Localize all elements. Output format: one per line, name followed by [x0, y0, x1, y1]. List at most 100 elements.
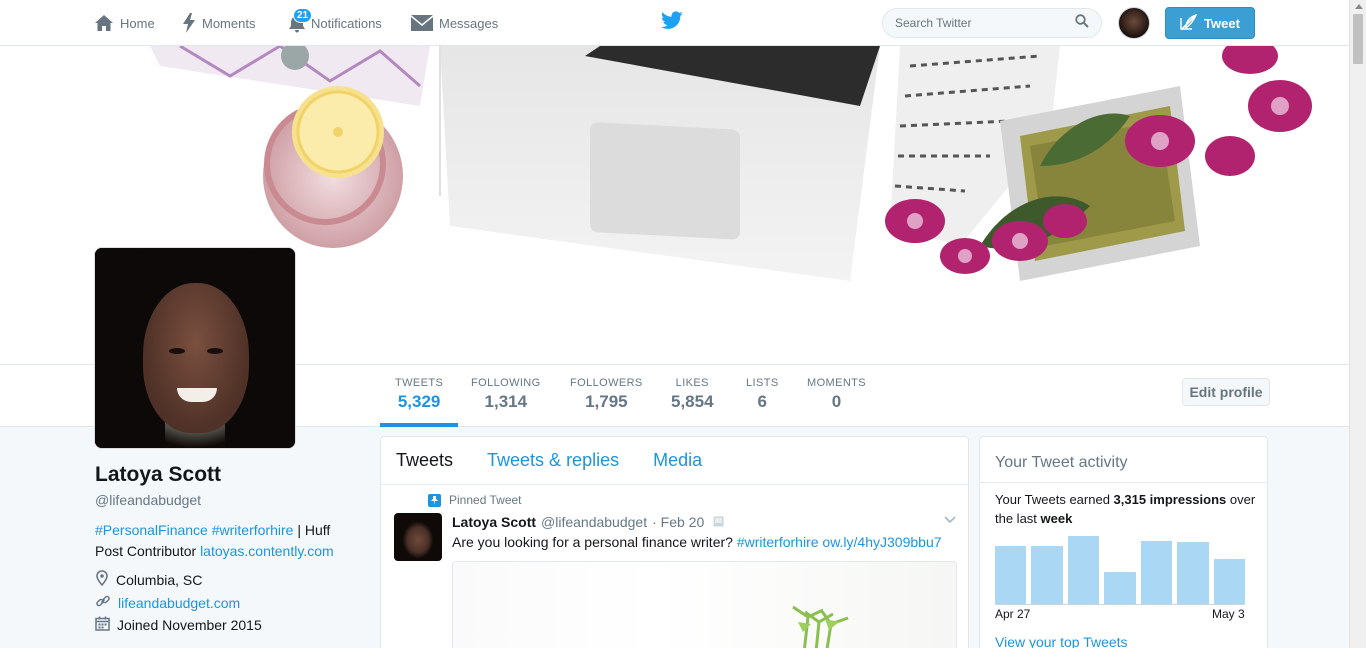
calendar-icon — [95, 616, 110, 634]
stat-value: 5,329 — [397, 392, 441, 411]
profile-handle[interactable]: @lifeandabudget — [95, 492, 201, 508]
tweet-text: Are you looking for a personal finance w… — [452, 534, 942, 550]
nav-messages-label: Messages — [439, 15, 499, 31]
activity-start-date: Apr 27 — [995, 607, 1031, 621]
envelope-icon — [411, 15, 433, 31]
tweet-author-name[interactable]: Latoya Scott — [452, 514, 536, 530]
bio-hashtag[interactable]: #PersonalFinance — [95, 522, 208, 538]
stat-label: FOLLOWING — [471, 377, 541, 389]
activity-text: Your Tweets earned — [995, 492, 1114, 507]
activity-title: Your Tweet activity — [995, 454, 1128, 471]
tweet-author-avatar[interactable] — [394, 513, 442, 561]
account-avatar[interactable] — [1118, 7, 1150, 39]
stat-value: 1,314 — [484, 392, 528, 411]
avatar-eye — [169, 348, 185, 354]
activity-summary: Your Tweets earned 3,315 impressions ove… — [995, 490, 1260, 528]
avatar-face — [143, 283, 249, 433]
stat-value: 1,795 — [585, 392, 628, 411]
photo-indicator-icon — [713, 514, 724, 530]
stat-label: TWEETS — [395, 377, 444, 389]
profile-avatar[interactable] — [94, 247, 296, 449]
stat-label: LIKES — [675, 377, 709, 389]
activity-bar[interactable] — [1213, 558, 1245, 604]
tweet-hashtag[interactable]: #writerforhire — [737, 534, 819, 550]
vertical-scrollbar[interactable] — [1349, 0, 1366, 648]
nav-notifications[interactable]: 21 Notifications — [287, 0, 382, 46]
search-box[interactable] — [882, 8, 1102, 38]
joined-text: Joined November 2015 — [117, 617, 262, 633]
link-chain-icon — [95, 593, 111, 612]
lightning-icon — [182, 13, 196, 33]
stat-value: 6 — [757, 392, 768, 411]
stat-likes[interactable]: LIKES 5,854 — [671, 377, 714, 412]
stat-moments[interactable]: MOMENTS 0 — [807, 377, 866, 412]
tweet-body: Are you looking for a personal finance w… — [452, 534, 737, 550]
bio-link[interactable]: latoyas.contently.com — [200, 543, 334, 559]
home-icon — [94, 14, 114, 32]
scroll-up-arrow-icon[interactable] — [1355, 4, 1363, 9]
stat-value: 5,854 — [671, 392, 714, 411]
tab-media[interactable]: Media — [653, 450, 702, 471]
profile-name[interactable]: Latoya Scott — [95, 463, 221, 487]
location-text: Columbia, SC — [116, 571, 203, 588]
activity-bar-chart[interactable] — [995, 531, 1245, 605]
activity-bar[interactable] — [1140, 540, 1173, 604]
location-pin-icon — [95, 570, 109, 589]
media-plant-image — [792, 605, 849, 648]
profile-bio: #PersonalFinance #writerforhire | Huff P… — [95, 520, 355, 562]
compose-quill-icon — [1180, 13, 1198, 33]
view-top-tweets-link[interactable]: View your top Tweets — [995, 634, 1128, 648]
stat-tweets[interactable]: TWEETS 5,329 — [379, 377, 459, 427]
activity-end-date: May 3 — [1212, 607, 1245, 621]
tweet-button-label: Tweet — [1204, 15, 1240, 31]
pinned-tweet-label: Pinned Tweet — [449, 493, 522, 507]
timeline-tabs: Tweets Tweets & replies Media — [381, 437, 968, 485]
tweet-button[interactable]: Tweet — [1165, 7, 1255, 39]
stat-label: MOMENTS — [807, 377, 867, 389]
activity-bar[interactable] — [995, 546, 1027, 604]
profile-location: Columbia, SC — [95, 570, 202, 589]
activity-period: week — [1040, 511, 1073, 526]
website-link[interactable]: lifeandabudget.com — [118, 595, 240, 611]
stat-followers[interactable]: FOLLOWERS 1,795 — [570, 377, 643, 412]
nav-notifications-label: Notifications — [311, 15, 382, 31]
top-navigation-bar: Home Moments 21 Notifications Messages T… — [0, 0, 1349, 46]
nav-moments[interactable]: Moments — [182, 0, 255, 46]
stat-label: LISTS — [746, 377, 779, 389]
tweet-actions-chevron-down-icon[interactable] — [944, 511, 956, 527]
profile-website: lifeandabudget.com — [95, 593, 240, 612]
scrollbar-thumb[interactable] — [1353, 14, 1363, 64]
activity-bar[interactable] — [1177, 542, 1209, 604]
activity-divider — [980, 482, 1267, 483]
search-icon[interactable] — [1075, 13, 1089, 33]
nav-moments-label: Moments — [202, 15, 256, 31]
tab-tweets[interactable]: Tweets — [396, 450, 453, 471]
pin-icon — [428, 493, 441, 507]
pinned-tweet-context: Pinned Tweet — [428, 493, 522, 507]
profile-joined: Joined November 2015 — [95, 616, 262, 634]
tweet-author-handle[interactable]: @lifeandabudget — [541, 514, 647, 530]
bio-hashtag[interactable]: #writerforhire — [212, 522, 294, 538]
activity-impressions: 3,315 impressions — [1113, 492, 1227, 507]
nav-home-label: Home — [120, 15, 155, 31]
stat-following[interactable]: FOLLOWING 1,314 — [471, 377, 541, 412]
timeline-panel: Tweets Tweets & replies Media Pinned Twe… — [380, 436, 969, 648]
tweet-media-image[interactable] — [452, 561, 957, 648]
activity-bar[interactable] — [1031, 546, 1063, 604]
activity-bar[interactable] — [1067, 535, 1100, 604]
nav-messages[interactable]: Messages — [411, 0, 498, 46]
avatar-eye — [207, 348, 223, 354]
activity-bar[interactable] — [1104, 571, 1136, 604]
twitter-bird-logo-icon[interactable] — [661, 11, 683, 35]
notifications-count-badge: 21 — [293, 8, 313, 23]
tweet-timestamp[interactable]: · Feb 20 — [652, 514, 704, 530]
search-input[interactable] — [895, 16, 1075, 30]
tab-tweets-and-replies[interactable]: Tweets & replies — [487, 450, 619, 471]
tweet-link[interactable]: ow.ly/4hyJ309bbu7 — [822, 534, 941, 550]
stat-lists[interactable]: LISTS 6 — [746, 377, 779, 412]
stat-value: 0 — [831, 392, 842, 411]
tweet-header: Latoya Scott @lifeandabudget · Feb 20 — [452, 514, 724, 530]
tweet-activity-panel: Your Tweet activity Your Tweets earned 3… — [979, 436, 1268, 648]
edit-profile-button[interactable]: Edit profile — [1182, 378, 1270, 406]
nav-home[interactable]: Home — [94, 0, 155, 46]
